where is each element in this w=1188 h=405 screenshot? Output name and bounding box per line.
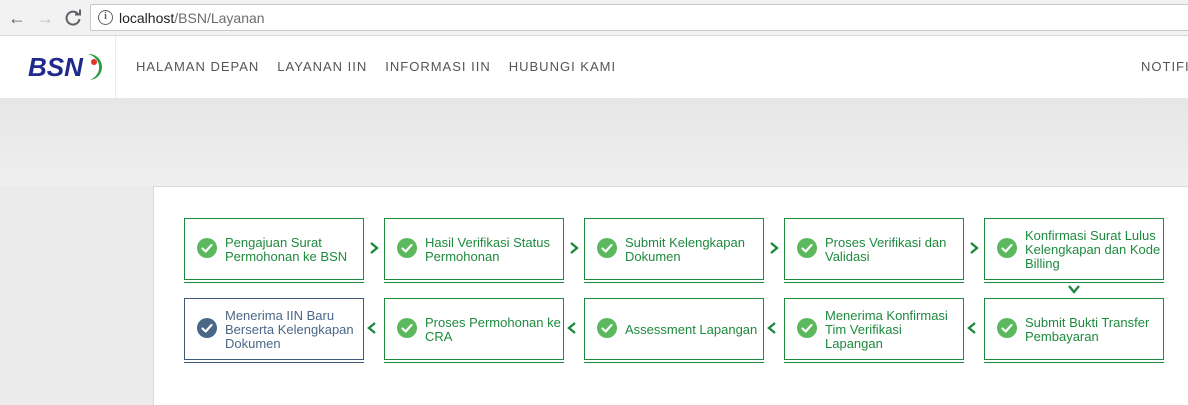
browser-toolbar: ← → i localhost/BSN/Layanan xyxy=(0,0,1188,36)
step-label: Menerima IIN Baru Berserta Kelengkapan D… xyxy=(225,308,354,351)
check-circle-icon xyxy=(797,318,817,338)
reload-icon[interactable] xyxy=(61,6,85,30)
logo-area[interactable]: BSN xyxy=(0,36,116,98)
step-submit-kelengkapan[interactable]: Submit Kelengkapan Dokumen xyxy=(584,218,764,280)
page-banner xyxy=(0,98,1188,186)
step-proses-permohonan-cra[interactable]: Proses Permohonan ke CRA xyxy=(384,298,564,360)
step-label: Konfirmasi Surat Lulus Kelengkapan dan K… xyxy=(1025,228,1161,271)
step-label: Assessment Lapangan xyxy=(625,322,758,337)
forward-arrow-icon[interactable]: → xyxy=(33,6,57,30)
step-label: Proses Permohonan ke CRA xyxy=(425,315,561,344)
check-circle-icon xyxy=(997,238,1017,258)
menu-halaman-depan[interactable]: HALAMAN DEPAN xyxy=(136,59,259,74)
chevron-right-icon xyxy=(570,242,579,254)
step-pengajuan-surat[interactable]: Pengajuan Surat Permohonan ke BSN xyxy=(184,218,364,280)
step-assessment-lapangan[interactable]: Assessment Lapangan xyxy=(584,298,764,360)
menu-hubungi-kami[interactable]: HUBUNGI KAMI xyxy=(509,59,616,74)
step-label: Submit Kelengkapan Dokumen xyxy=(625,235,745,264)
check-circle-icon xyxy=(997,318,1017,338)
step-menerima-konfirmasi[interactable]: Menerima Konfirmasi Tim Verifikasi Lapan… xyxy=(784,298,964,360)
menu-layanan-iin[interactable]: LAYANAN IIN xyxy=(277,59,367,74)
step-menerima-iin[interactable]: Menerima IIN Baru Berserta Kelengkapan D… xyxy=(184,298,364,360)
progress-card: Pengajuan Surat Permohonan ke BSN Hasil … xyxy=(153,186,1188,405)
logo-text: BSN xyxy=(28,52,84,82)
chevron-right-icon xyxy=(970,242,979,254)
step-submit-bukti-transfer[interactable]: Submit Bukti Transfer Pembayaran xyxy=(984,298,1164,360)
chevron-left-icon xyxy=(767,322,776,334)
url-text: localhost/BSN/Layanan xyxy=(119,10,265,26)
back-arrow-icon[interactable]: ← xyxy=(5,6,29,30)
step-konfirmasi-surat[interactable]: Konfirmasi Surat Lulus Kelengkapan dan K… xyxy=(984,218,1164,280)
step-hasil-verifikasi[interactable]: Hasil Verifikasi Status Permohonan xyxy=(384,218,564,280)
check-circle-icon xyxy=(597,238,617,258)
menu-notifikasi[interactable]: NOTIFI xyxy=(1141,59,1188,74)
bsn-logo[interactable]: BSN xyxy=(28,50,104,82)
step-label: Pengajuan Surat Permohonan ke BSN xyxy=(225,235,348,264)
chevron-left-icon xyxy=(567,322,576,334)
main-menu: HALAMAN DEPAN LAYANAN IIN INFORMASI IIN … xyxy=(136,59,634,74)
chevron-right-icon xyxy=(770,242,779,254)
check-circle-icon xyxy=(597,318,617,338)
chevron-right-icon xyxy=(370,242,379,254)
check-circle-icon xyxy=(397,238,417,258)
menu-informasi-iin[interactable]: INFORMASI IIN xyxy=(385,59,490,74)
step-label: Menerima Konfirmasi Tim Verifikasi Lapan… xyxy=(825,308,948,351)
check-circle-icon xyxy=(797,238,817,258)
chevron-left-icon xyxy=(967,322,976,334)
check-circle-icon xyxy=(197,318,217,338)
address-bar[interactable]: i localhost/BSN/Layanan xyxy=(90,4,1188,31)
step-label: Submit Bukti Transfer Pembayaran xyxy=(1025,315,1150,344)
step-proses-verifikasi[interactable]: Proses Verifikasi dan Validasi xyxy=(784,218,964,280)
info-icon[interactable]: i xyxy=(98,10,113,25)
site-header: BSN HALAMAN DEPAN LAYANAN IIN INFORMASI … xyxy=(0,36,1188,98)
check-circle-icon xyxy=(397,318,417,338)
step-label: Hasil Verifikasi Status Permohonan xyxy=(425,235,550,264)
step-label: Proses Verifikasi dan Validasi xyxy=(825,235,947,264)
chevron-left-icon xyxy=(367,322,376,334)
check-circle-icon xyxy=(197,238,217,258)
chevron-down-icon xyxy=(1068,285,1080,294)
